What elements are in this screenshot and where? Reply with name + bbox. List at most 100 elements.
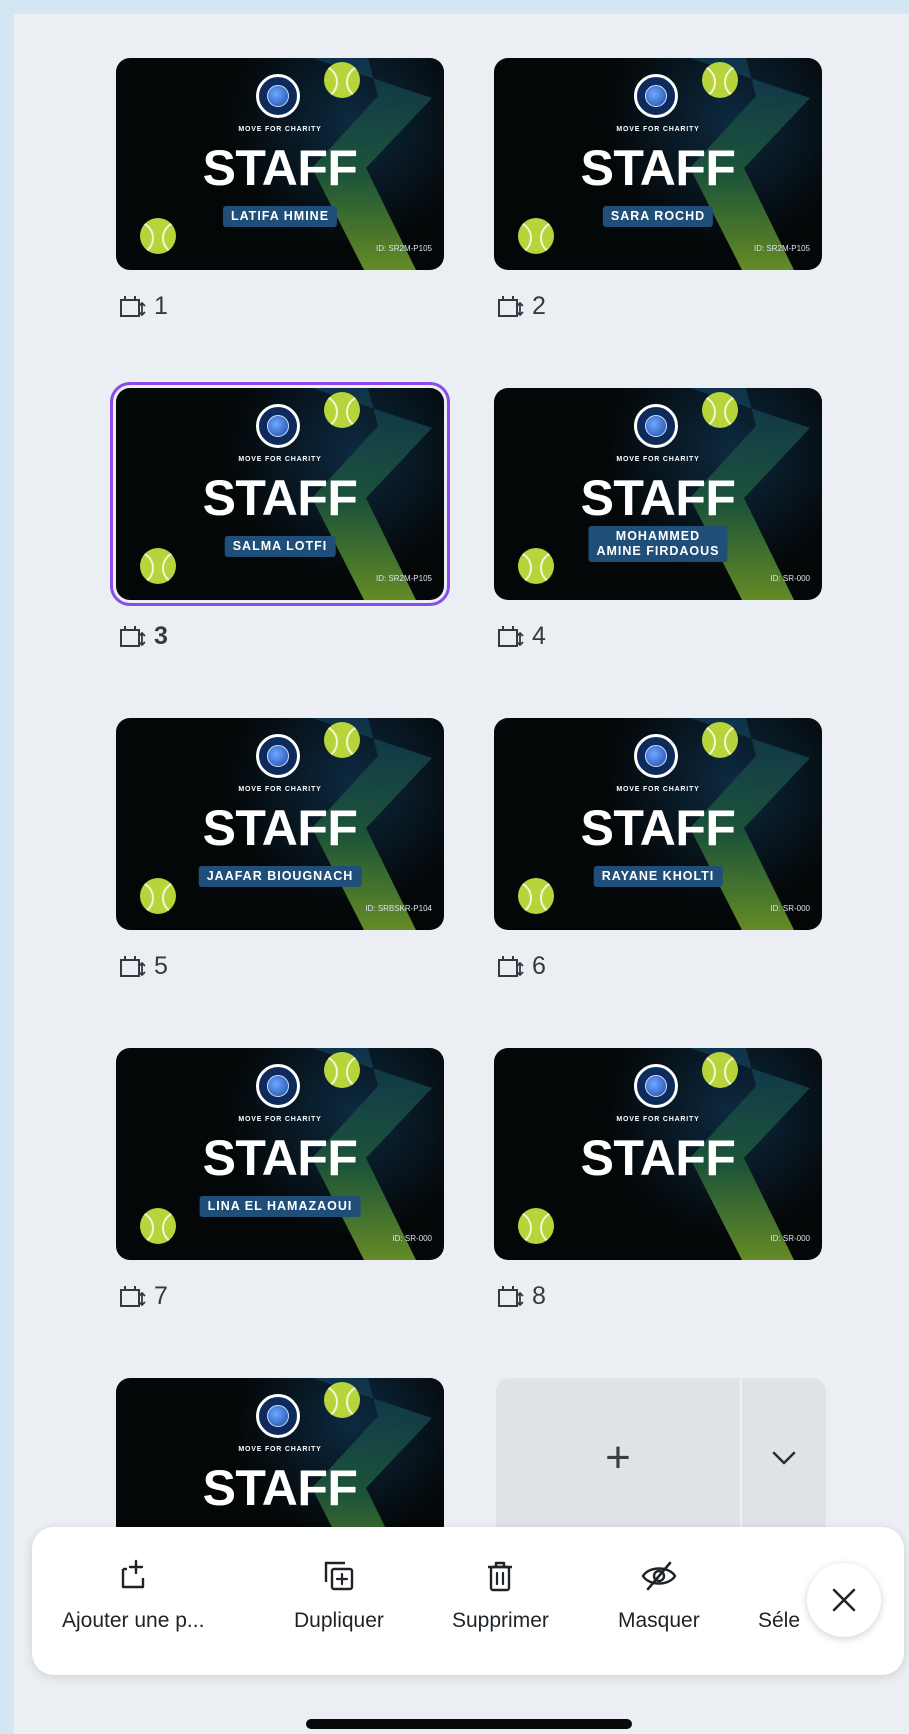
- globe-icon: [267, 85, 289, 107]
- page-number: 3: [154, 622, 168, 650]
- page-number-label: 8: [496, 1282, 546, 1311]
- globe-icon: [267, 1075, 289, 1097]
- card-title: STAFF: [580, 800, 736, 856]
- tennis-ball-icon: [324, 1052, 360, 1088]
- page-resize-icon: [120, 955, 146, 977]
- globe-icon: [267, 745, 289, 767]
- tennis-ball-icon: [324, 392, 360, 428]
- pages-panel: MOVE FOR CHARITY STAFF LATIFA HMINE ID: SR2…: [14, 14, 909, 1734]
- card-title: STAFF: [202, 1460, 358, 1516]
- tennis-ball-icon: [324, 62, 360, 98]
- brand-text: MOVE FOR CHARITY: [238, 1116, 322, 1123]
- duplicate-button[interactable]: Dupliquer: [294, 1557, 384, 1633]
- page-thumbnail-7: MOVE FOR CHARITY STAFF LINA EL HAMAZAOUI ID…: [116, 1048, 446, 1310]
- select-label: Séle: [758, 1609, 801, 1632]
- hide-label: Masquer: [618, 1609, 700, 1632]
- add-page-action-button[interactable]: Ajouter une p...: [62, 1557, 204, 1633]
- page-number: 8: [532, 1282, 546, 1310]
- page-thumbnail-3: MOVE FOR CHARITY STAFF SALMA LOTFI ID: SR2M…: [110, 382, 450, 650]
- staff-id: ID: SR2M-P105: [753, 244, 810, 253]
- page-number-label: 4: [496, 622, 546, 651]
- delete-label: Supprimer: [452, 1609, 549, 1632]
- add-page-options-button[interactable]: [742, 1378, 826, 1538]
- page-number: 5: [154, 952, 168, 980]
- staff-card[interactable]: MOVE FOR CHARITY STAFF RAYANE KHOLTI ID: SR…: [494, 718, 822, 930]
- staff-name: SALMA LOTFI: [224, 536, 336, 557]
- tennis-ball-icon: [324, 722, 360, 758]
- page-resize-icon: [120, 1285, 146, 1307]
- tennis-ball-icon: [140, 218, 176, 254]
- select-icon: [760, 1557, 798, 1595]
- card-title: STAFF: [202, 800, 358, 856]
- staff-id: ID: SR-000: [392, 1234, 432, 1243]
- staff-name: RAYANE KHOLTI: [593, 866, 723, 887]
- staff-card[interactable]: MOVE FOR CHARITY STAFF MOHAMMED AMINE FIRD…: [494, 388, 822, 600]
- tennis-ball-icon: [140, 548, 176, 584]
- staff-card[interactable]: MOVE FOR CHARITY STAFF LINA EL HAMAZAOUI ID…: [116, 1048, 444, 1260]
- globe-icon: [267, 1405, 289, 1427]
- page-number-label: 6: [496, 952, 546, 981]
- staff-card[interactable]: MOVE FOR CHARITY STAFF LATIFA HMINE ID: SR2…: [116, 58, 444, 270]
- page-number: 2: [532, 292, 546, 320]
- close-icon: [832, 1588, 856, 1612]
- page-thumbnail-9: MOVE FOR CHARITY STAFF: [116, 1378, 446, 1528]
- select-button[interactable]: Séle: [758, 1557, 800, 1633]
- eye-off-icon: [641, 1561, 677, 1591]
- page-resize-icon: [498, 295, 524, 317]
- staff-name: LATIFA HMINE: [222, 206, 338, 227]
- tennis-ball-icon: [518, 548, 554, 584]
- globe-icon: [645, 85, 667, 107]
- page-number-label: 3: [118, 622, 168, 651]
- mfc-logo: [256, 1064, 300, 1108]
- brand-text: MOVE FOR CHARITY: [238, 1446, 322, 1453]
- mfc-logo: [634, 404, 678, 448]
- mfc-logo: [256, 74, 300, 118]
- mfc-logo: [256, 1394, 300, 1438]
- duplicate-label: Dupliquer: [294, 1609, 384, 1632]
- staff-id: ID: SRBSKR-P104: [365, 904, 432, 913]
- staff-id: ID: SR-000: [770, 904, 810, 913]
- page-number-label: 5: [118, 952, 168, 981]
- tennis-ball-icon: [702, 62, 738, 98]
- brand-text: MOVE FOR CHARITY: [616, 786, 700, 793]
- staff-card[interactable]: MOVE FOR CHARITY STAFF JAAFAR BIOUGNACH ID:…: [116, 718, 444, 930]
- mfc-logo: [634, 74, 678, 118]
- page-number-label: 1: [118, 292, 168, 321]
- staff-id: ID: SR-000: [770, 1234, 810, 1243]
- tennis-ball-icon: [140, 1208, 176, 1244]
- brand-text: MOVE FOR CHARITY: [238, 126, 322, 133]
- tennis-ball-icon: [518, 218, 554, 254]
- plus-icon: +: [605, 1433, 631, 1482]
- page-resize-icon: [498, 1285, 524, 1307]
- staff-card[interactable]: MOVE FOR CHARITY STAFF ID: SR-000: [494, 1048, 822, 1260]
- delete-button[interactable]: Supprimer: [452, 1557, 549, 1633]
- globe-icon: [645, 745, 667, 767]
- close-button[interactable]: [807, 1563, 881, 1637]
- hide-button[interactable]: Masquer: [618, 1557, 700, 1633]
- staff-card[interactable]: MOVE FOR CHARITY STAFF: [116, 1378, 444, 1528]
- tennis-ball-icon: [702, 1052, 738, 1088]
- page-resize-icon: [498, 955, 524, 977]
- tennis-ball-icon: [324, 1382, 360, 1418]
- page-thumbnail-4: MOVE FOR CHARITY STAFF MOHAMMED AMINE FIRD…: [494, 388, 824, 650]
- page-actions-toolbar: Ajouter une p... Dupliquer Supprimer Mas…: [32, 1527, 904, 1675]
- card-title: STAFF: [580, 1130, 736, 1186]
- globe-icon: [267, 415, 289, 437]
- page-thumbnail-1: MOVE FOR CHARITY STAFF LATIFA HMINE ID: SR2…: [116, 58, 446, 320]
- brand-text: MOVE FOR CHARITY: [238, 786, 322, 793]
- staff-name: MOHAMMED AMINE FIRDAOUS: [588, 526, 728, 562]
- mfc-logo: [634, 1064, 678, 1108]
- page-number-label: 7: [118, 1282, 168, 1311]
- staff-card[interactable]: MOVE FOR CHARITY STAFF SALMA LOTFI ID: SR2M…: [110, 382, 450, 606]
- tennis-ball-icon: [702, 392, 738, 428]
- staff-id: ID: SR2M-P105: [375, 574, 432, 583]
- card-title: STAFF: [202, 140, 358, 196]
- mfc-logo: [256, 734, 300, 778]
- globe-icon: [645, 1075, 667, 1097]
- tennis-ball-icon: [518, 1208, 554, 1244]
- add-page-button[interactable]: +: [496, 1378, 740, 1538]
- staff-card[interactable]: MOVE FOR CHARITY STAFF SARA ROCHD ID: SR2M-…: [494, 58, 822, 270]
- page-thumbnail-2: MOVE FOR CHARITY STAFF SARA ROCHD ID: SR2M-…: [494, 58, 824, 320]
- trash-icon: [488, 1561, 513, 1592]
- staff-name: SARA ROCHD: [602, 206, 714, 227]
